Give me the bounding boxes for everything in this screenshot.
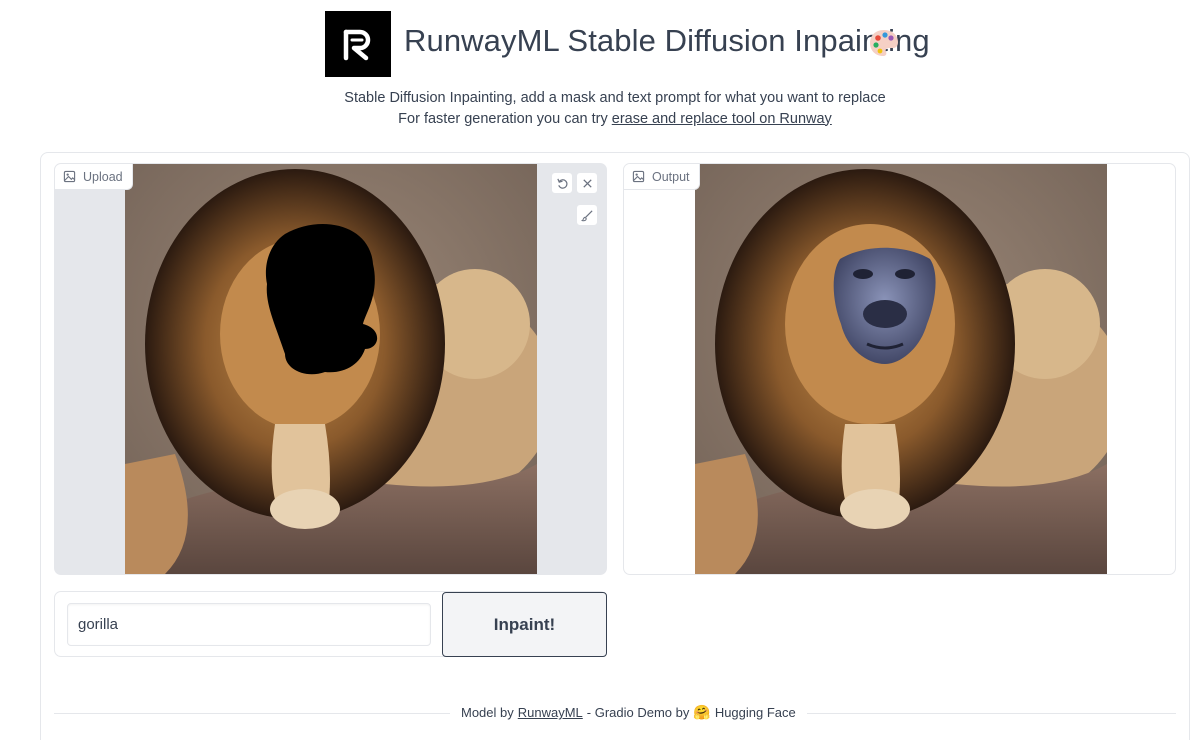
prompt-row: Inpaint! [54,591,607,657]
description-line-2: For faster generation you can try erase … [0,109,1200,130]
runwayml-link[interactable]: RunwayML [518,705,583,720]
footer-prefix: Model by [461,705,514,720]
description-prefix: For faster generation you can try [398,110,612,127]
upload-panel[interactable]: Upload [54,163,607,575]
clear-button[interactable] [576,172,598,194]
description-line-1: Stable Diffusion Inpainting, add a mask … [344,90,886,106]
prompt-input[interactable] [67,603,431,646]
inpaint-button[interactable]: Inpaint! [442,592,607,657]
clear-icon [582,178,592,188]
output-label: Output [624,164,700,190]
upload-label: Upload [55,164,133,190]
upload-label-text: Upload [83,169,123,184]
brush-button[interactable] [576,204,598,226]
gorilla-lion-image [695,164,1107,574]
output-image [695,164,1107,574]
runway-r-logo-icon [343,29,371,61]
image-icon [63,170,76,183]
output-panel: Output [623,163,1176,575]
erase-replace-link[interactable]: erase and replace tool on Runway [612,111,832,127]
undo-button[interactable] [551,172,573,194]
output-label-text: Output [652,169,690,184]
page-title: RunwayML Stable Diffusion Inpainting [404,23,930,58]
app-header: RunwayML Stable Diffusion Inpainting [0,11,1200,77]
footer: Model by RunwayML - Gradio Demo by 🤗 Hug… [450,704,807,721]
hugging-face-emoji-icon: 🤗 [693,704,711,720]
image-icon [632,170,645,183]
hugging-face-label: Hugging Face [714,705,796,720]
lion-masked-image [125,164,537,574]
runway-logo [325,11,391,77]
brush-icon [580,209,593,221]
description: Stable Diffusion Inpainting, add a mask … [0,88,1200,129]
artist-palette-icon [870,30,898,56]
footer-middle: - Gradio Demo by [586,705,690,720]
undo-icon [556,178,567,189]
upload-image[interactable] [125,164,537,574]
